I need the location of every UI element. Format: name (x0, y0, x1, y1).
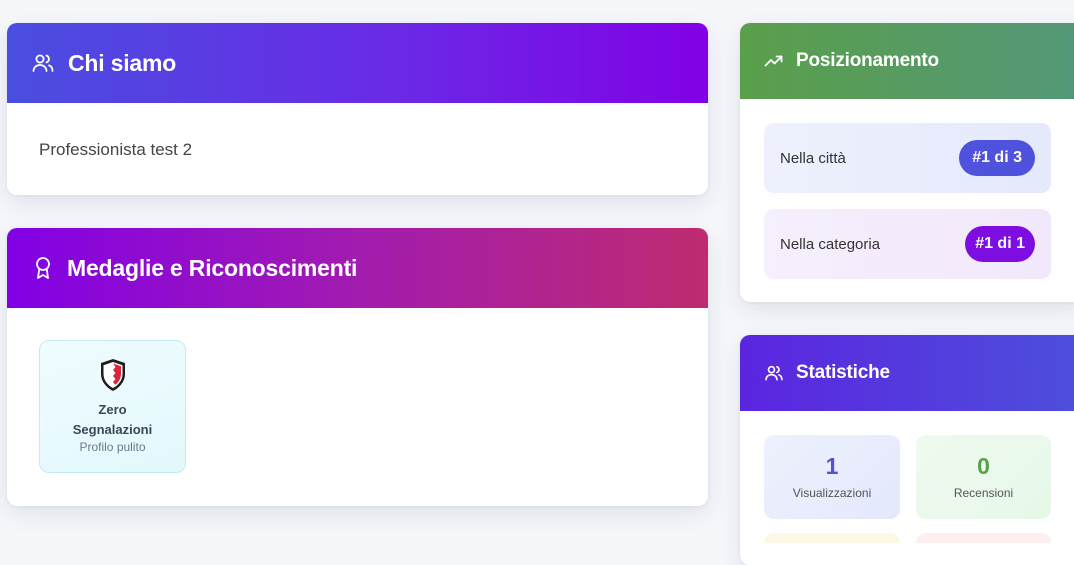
rank-category-label: Nella categoria (780, 235, 881, 253)
ranking-card: Posizionamento Nella città #1 di 3 Nella… (740, 23, 1074, 302)
stat-views-value: 1 (825, 453, 839, 479)
medal-subtitle: Profilo pulito (79, 440, 146, 454)
stats-title: Statistiche (796, 362, 890, 383)
about-text: Professionista test 2 (39, 140, 193, 159)
award-icon (33, 256, 53, 280)
about-card: Chi siamo Professionista test 2 (7, 23, 708, 195)
rank-city-row: Nella città #1 di 3 (764, 123, 1051, 193)
about-title: Chi siamo (68, 49, 177, 76)
users-icon (764, 363, 784, 383)
stats-card-header: Statistiche (740, 335, 1074, 411)
ranking-title: Posizionamento (796, 50, 939, 71)
medals-title: Medaglie e Riconoscimenti (67, 254, 358, 281)
stats-card: Statistiche 1 Visualizzazioni 0 Recensio… (740, 335, 1074, 565)
medals-card: Medaglie e Riconoscimenti Zero Segnalazi… (7, 228, 708, 506)
stat-reviews-label: Recensioni (953, 486, 1014, 500)
rank-category-row: Nella categoria #1 di 1 (764, 209, 1051, 279)
stat-views: 1 Visualizzazioni (764, 435, 900, 519)
stat-reviews: 0 Recensioni (916, 435, 1051, 519)
rank-city-label: Nella città (780, 149, 846, 167)
medal-title: Zero Segnalazioni (72, 402, 153, 437)
medals-card-header: Medaglie e Riconoscimenti (7, 228, 708, 308)
medal-badge[interactable]: Zero Segnalazioni Profilo pulito (39, 340, 186, 473)
shield-icon (40, 358, 185, 392)
rank-category-badge: #1 di 1 (965, 226, 1035, 262)
ranking-card-header: Posizionamento (740, 23, 1074, 99)
about-card-header: Chi siamo (7, 23, 708, 103)
stat-views-label: Visualizzazioni (792, 486, 872, 500)
users-icon (31, 51, 55, 75)
rank-city-badge: #1 di 3 (959, 140, 1035, 176)
stat-tile-partial (916, 533, 1051, 543)
trending-up-icon (764, 51, 784, 71)
stat-reviews-value: 0 (977, 453, 990, 479)
stat-tile-partial (764, 533, 900, 543)
